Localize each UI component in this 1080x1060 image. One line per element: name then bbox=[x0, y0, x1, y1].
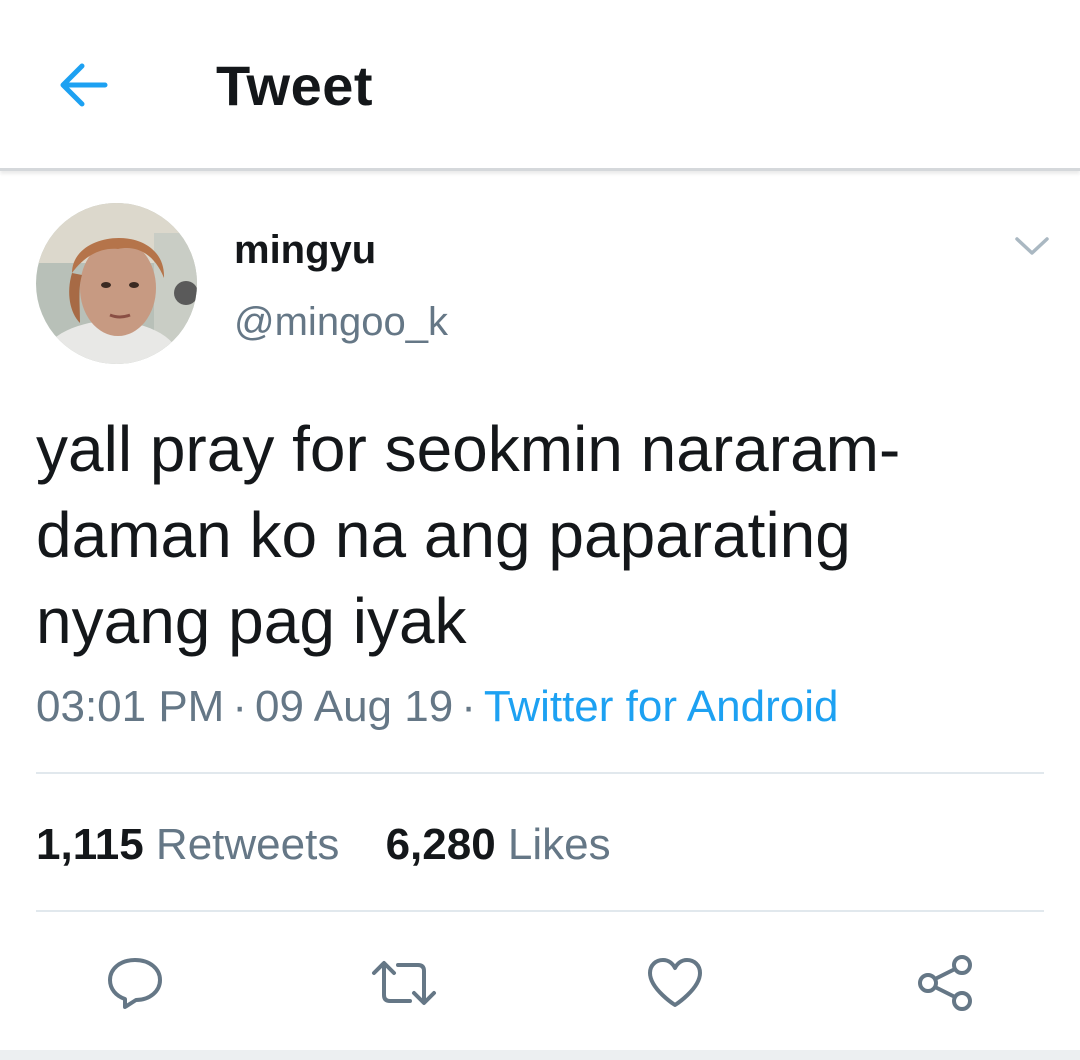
page-title: Tweet bbox=[216, 54, 374, 117]
like-button[interactable] bbox=[640, 948, 710, 1018]
tweet-date: 09 Aug 19 bbox=[255, 682, 454, 731]
tweet-text: yall pray for seokmin nararam- daman ko … bbox=[36, 406, 1046, 664]
tweet-source-link[interactable]: Twitter for Android bbox=[484, 682, 839, 731]
divider bbox=[36, 910, 1044, 912]
divider bbox=[36, 772, 1044, 774]
likes-count: 6,280 bbox=[385, 820, 496, 869]
tweet-menu-button[interactable] bbox=[1006, 222, 1058, 270]
retweets-label: Retweets bbox=[155, 820, 340, 869]
reply-button[interactable] bbox=[100, 948, 170, 1018]
share-button[interactable] bbox=[910, 948, 980, 1018]
author-handle[interactable]: @mingoo_k bbox=[234, 298, 448, 346]
bottom-edge bbox=[0, 1050, 1080, 1060]
likes-label: Likes bbox=[507, 820, 611, 869]
meta-separator: · bbox=[461, 682, 476, 731]
tweet-time: 03:01 PM bbox=[36, 682, 225, 731]
profile-photo bbox=[36, 203, 197, 364]
tweet-text-line: yall pray for seokmin nararam- bbox=[36, 413, 901, 485]
retweets-stat[interactable]: 1,115 Retweets bbox=[36, 818, 339, 872]
back-button[interactable] bbox=[52, 54, 114, 116]
reply-icon bbox=[108, 958, 162, 1009]
meta-separator: · bbox=[232, 682, 247, 731]
tweet-text-line: daman ko na ang paparating bbox=[36, 499, 851, 571]
tweet-stats: 1,115 Retweets 6,280 Likes bbox=[36, 818, 645, 872]
retweets-count: 1,115 bbox=[36, 820, 144, 869]
author-display-name[interactable]: mingyu bbox=[234, 226, 376, 274]
likes-stat[interactable]: 6,280 Likes bbox=[386, 818, 611, 872]
chevron-down-icon bbox=[1015, 237, 1049, 255]
app-header: Tweet bbox=[0, 0, 1080, 171]
avatar[interactable] bbox=[36, 203, 197, 364]
share-icon bbox=[918, 955, 972, 1011]
tweet-metadata: 03:01 PM · 09 Aug 19 · Twitter for Android bbox=[36, 680, 838, 734]
retweet-icon bbox=[372, 961, 436, 1005]
retweet-button[interactable] bbox=[369, 948, 439, 1018]
arrow-left-icon bbox=[60, 63, 108, 107]
tweet-text-line: nyang pag iyak bbox=[36, 585, 467, 657]
heart-icon bbox=[648, 958, 702, 1007]
